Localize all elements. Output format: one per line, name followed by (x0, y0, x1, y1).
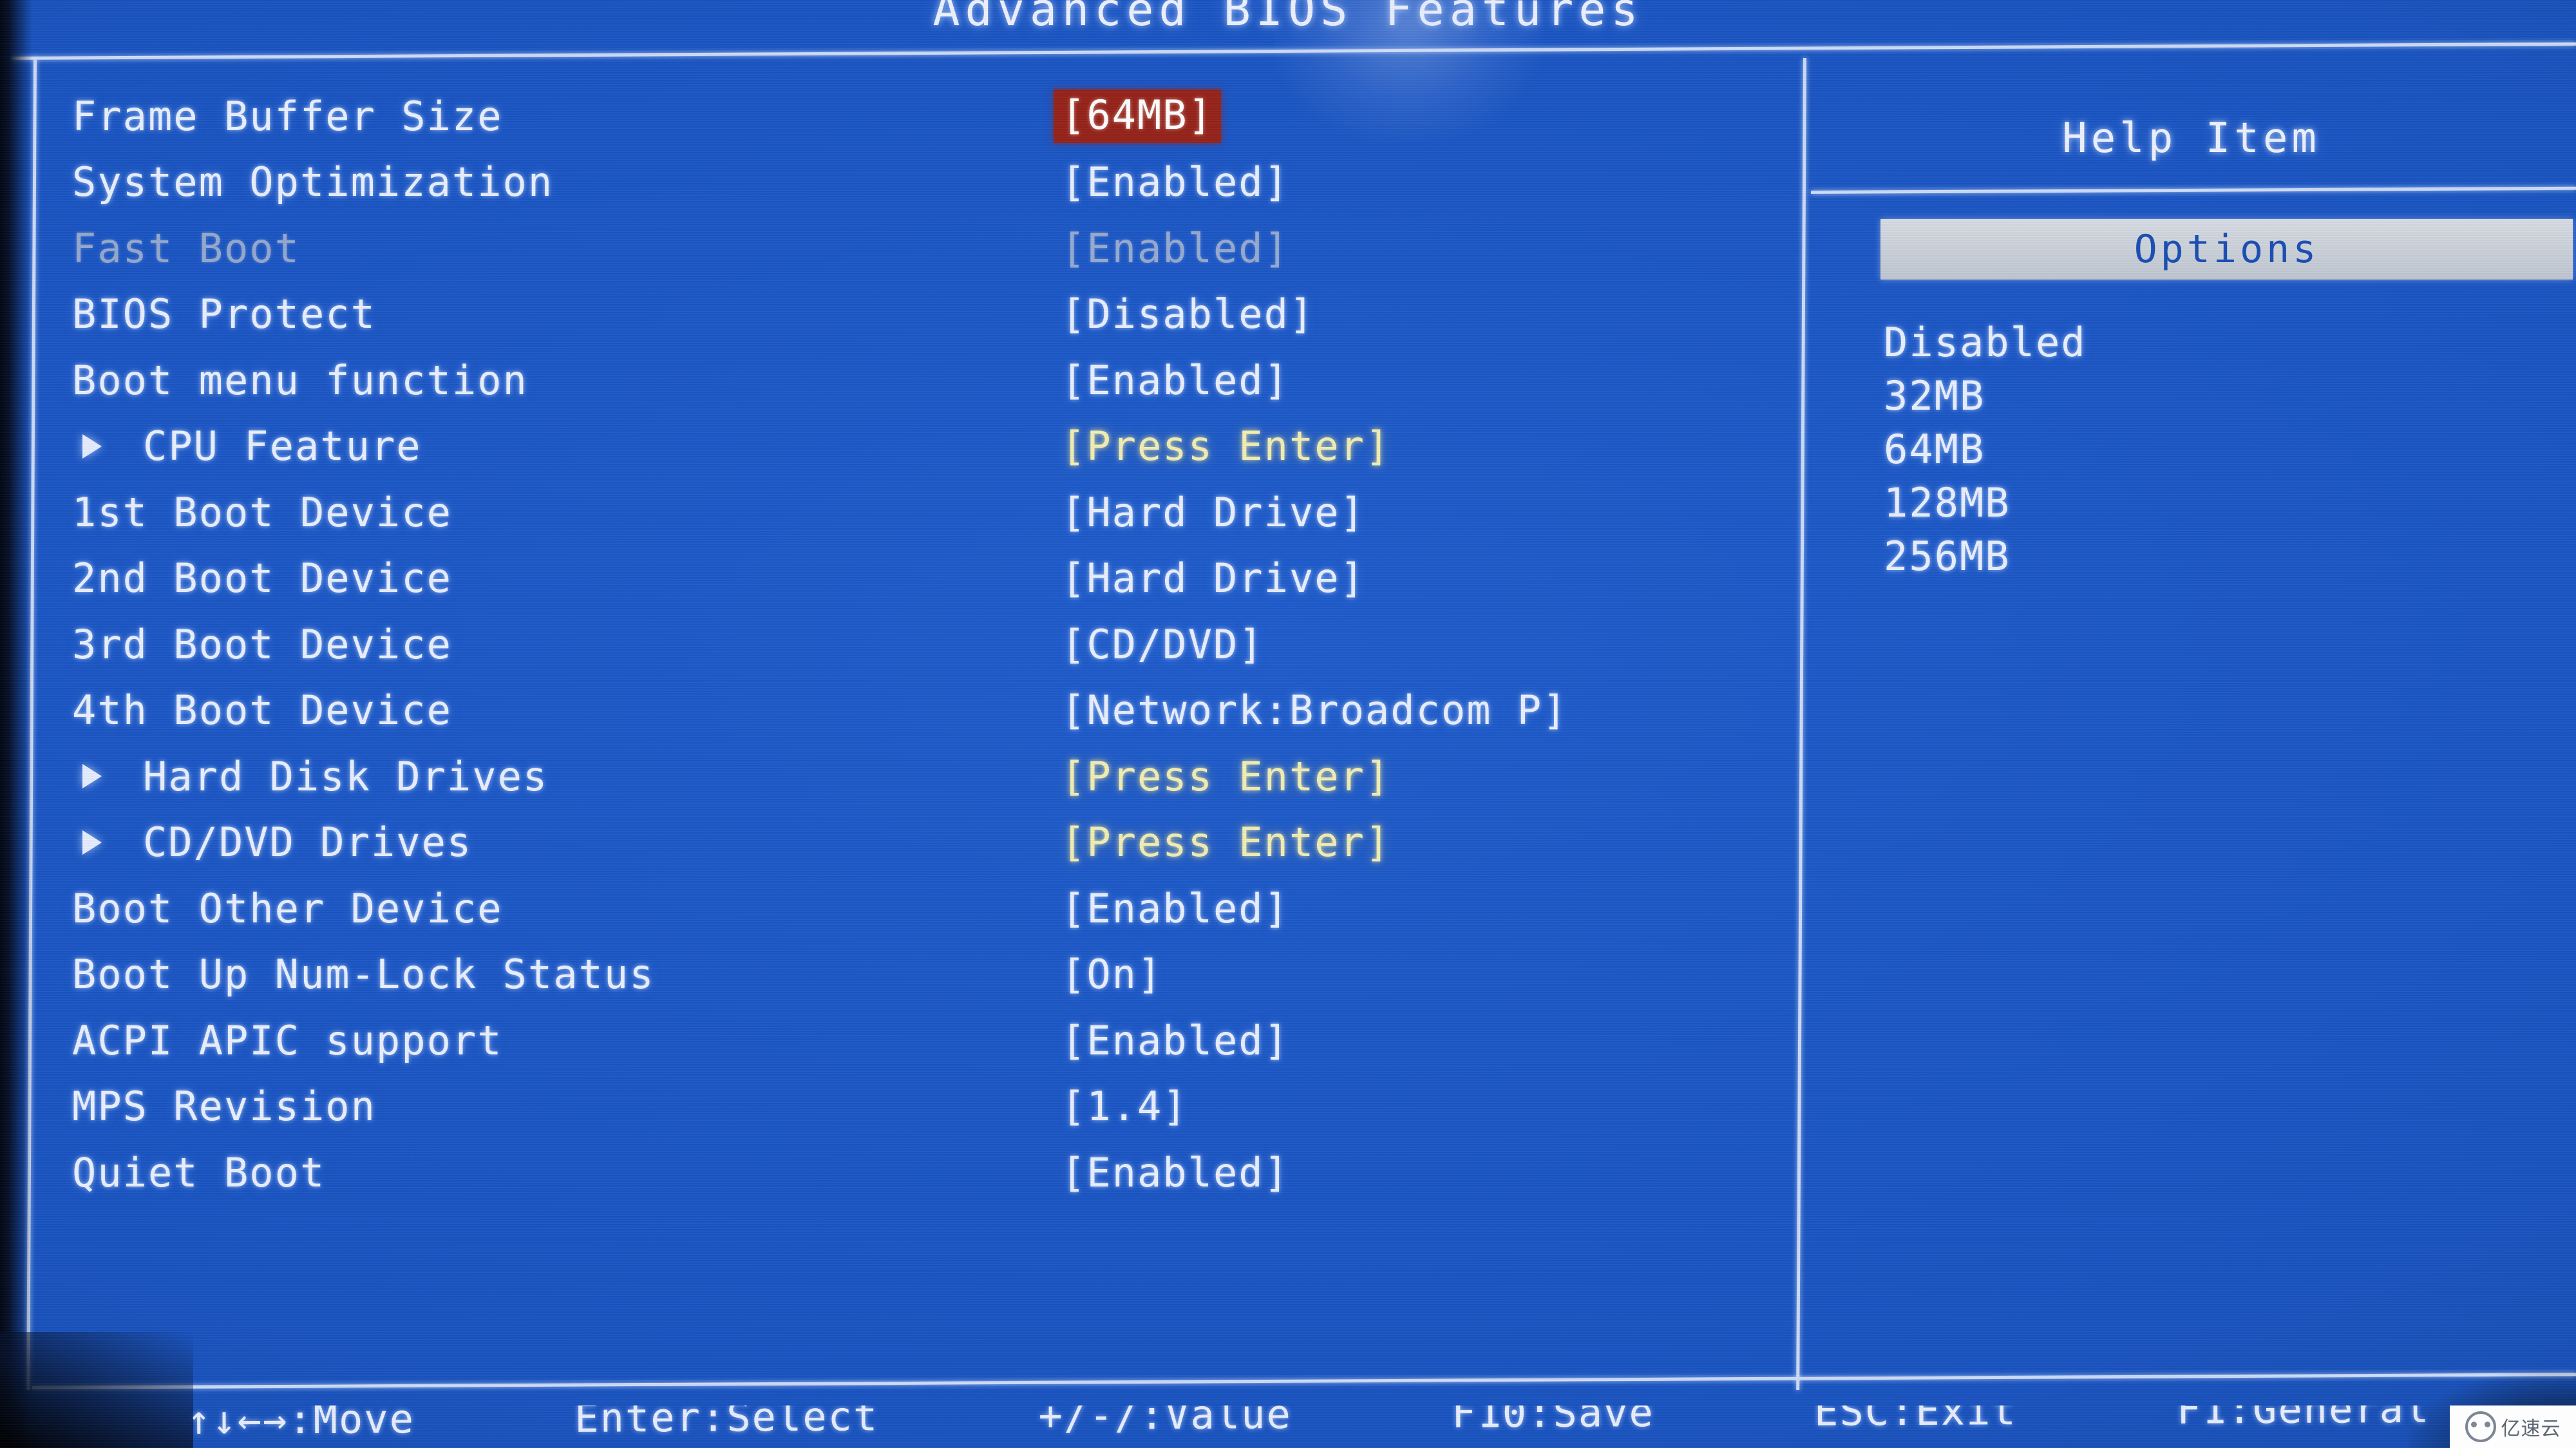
setting-value[interactable]: [Press Enter] (1061, 423, 1390, 470)
setting-value[interactable]: [Enabled] (1061, 357, 1289, 404)
submenu-arrow-icon (82, 433, 102, 459)
help-panel-title: Help Item (2062, 115, 2320, 162)
setting-label: CD/DVD Drives (143, 819, 473, 866)
setting-label: 2nd Boot Device (72, 555, 452, 602)
setting-value[interactable]: [Network:Broadcom P] (1061, 687, 1568, 734)
setting-label: 4th Boot Device (72, 687, 452, 734)
setting-row[interactable]: System Optimization [Enabled] (0, 149, 1803, 216)
key-legend-items: ↑↓←→:Move Enter:Select +/-/:Value F10:Save E… (187, 1405, 2557, 1443)
setting-row[interactable]: CPU Feature [Press Enter] (0, 413, 1803, 480)
setting-row[interactable]: BIOS Protect [Disabled] (0, 281, 1803, 348)
setting-row[interactable]: Fast Boot [Enabled] (0, 214, 1803, 281)
option-item[interactable]: 64MB (1884, 423, 2528, 476)
setting-row[interactable]: ACPI APIC support [Enabled] (0, 1007, 1803, 1074)
setting-value[interactable]: [Press Enter] (1061, 753, 1390, 800)
setting-value[interactable]: [Enabled] (1061, 1017, 1289, 1064)
setting-label: Boot Other Device (72, 884, 503, 932)
setting-row[interactable]: Boot menu function [Enabled] (0, 347, 1803, 414)
setting-label: Hard Disk Drives (143, 752, 549, 800)
key-legend-item: F10:Save (1451, 1405, 1654, 1437)
setting-row[interactable]: Boot Other Device [Enabled] (0, 875, 1803, 942)
key-legend-item: +/-/:Value (1038, 1405, 1292, 1440)
submenu-arrow-icon (82, 830, 102, 855)
setting-label: Boot menu function (72, 356, 528, 404)
options-list: Disabled 32MB 64MB 128MB 256MB (1884, 316, 2528, 583)
submenu-arrow-icon (82, 764, 102, 788)
setting-row[interactable]: Hard Disk Drives [Press Enter] (0, 743, 1803, 810)
key-legend-item: ↑↓←→:Move (186, 1405, 415, 1443)
setting-value[interactable]: [Hard Drive] (1061, 489, 1365, 536)
setting-value[interactable]: [CD/DVD] (1061, 621, 1264, 668)
setting-value[interactable]: [Hard Drive] (1061, 555, 1365, 602)
setting-row[interactable]: 3rd Boot Device [CD/DVD] (0, 611, 1803, 678)
setting-value[interactable]: [On] (1061, 951, 1162, 998)
bios-screen: Advanced BIOS Features Frame Buffer Size… (0, 0, 2576, 1448)
setting-label: ACPI APIC support (72, 1016, 503, 1064)
setting-value-selected[interactable]: [64MB] (1054, 89, 1221, 143)
setting-value[interactable]: [1.4] (1061, 1083, 1188, 1130)
setting-label: System Optimization (72, 158, 554, 205)
cloud-icon (2465, 1411, 2496, 1442)
option-item[interactable]: 32MB (1884, 369, 2528, 423)
key-legend-item: ESC:Exit (1814, 1405, 2017, 1435)
setting-row[interactable]: Boot Up Num-Lock Status [On] (0, 941, 1803, 1008)
options-banner-label: Options (2134, 227, 2320, 272)
setting-value[interactable]: [Disabled] (1061, 291, 1314, 338)
setting-row[interactable]: 2nd Boot Device [Hard Drive] (0, 545, 1803, 612)
photo-left-edge (0, 0, 32, 1448)
settings-list: Frame Buffer Size [64MB] System Optimizati… (0, 0, 1803, 1448)
setting-label: CPU Feature (143, 423, 422, 470)
key-legend-item: Enter:Select (574, 1405, 879, 1442)
setting-row[interactable]: Quiet Boot [Enabled] (0, 1139, 1803, 1206)
setting-label: Fast Boot (72, 224, 300, 272)
setting-row[interactable]: 4th Boot Device [Network:Broadcom P] (0, 677, 1803, 744)
option-item[interactable]: 256MB (1884, 529, 2528, 583)
setting-label: Boot Up Num-Lock Status (72, 951, 655, 998)
setting-row[interactable]: Frame Buffer Size [64MB] (0, 82, 1803, 149)
setting-value[interactable]: [Enabled] (1061, 1149, 1289, 1196)
options-banner: Options (1880, 219, 2573, 280)
setting-row[interactable]: CD/DVD Drives [Press Enter] (0, 809, 1803, 876)
setting-label: Frame Buffer Size (72, 92, 503, 140)
setting-label: Quiet Boot (72, 1148, 326, 1196)
setting-label: 1st Boot Device (72, 488, 452, 536)
setting-value[interactable]: [Press Enter] (1061, 819, 1390, 866)
option-item[interactable]: Disabled (1884, 316, 2528, 369)
setting-row[interactable]: 1st Boot Device [Hard Drive] (0, 479, 1803, 546)
setting-value[interactable]: [Enabled] (1061, 225, 1289, 272)
setting-value[interactable]: [Enabled] (1061, 885, 1289, 932)
setting-label: BIOS Protect (72, 291, 376, 338)
page-title: Advanced BIOS Features (933, 0, 1643, 36)
setting-row[interactable]: MPS Revision [1.4] (0, 1073, 1803, 1140)
watermark-label: 亿速云 (2501, 1418, 2561, 1440)
setting-label: MPS Revision (72, 1083, 376, 1130)
key-legend-bar: ↑↓←→:Move Enter:Select +/-/:Value F10:Save E… (0, 1405, 2576, 1448)
option-item[interactable]: 128MB (1884, 476, 2528, 529)
setting-label: 3rd Boot Device (72, 620, 452, 668)
watermark: 亿速云 (2450, 1405, 2576, 1448)
help-panel: Help Item Options Disabled 32MB 64MB 128MB 2… (1806, 58, 2576, 1390)
setting-value[interactable]: [Enabled] (1061, 158, 1289, 205)
photo-bottom-left-edge (0, 1332, 193, 1448)
